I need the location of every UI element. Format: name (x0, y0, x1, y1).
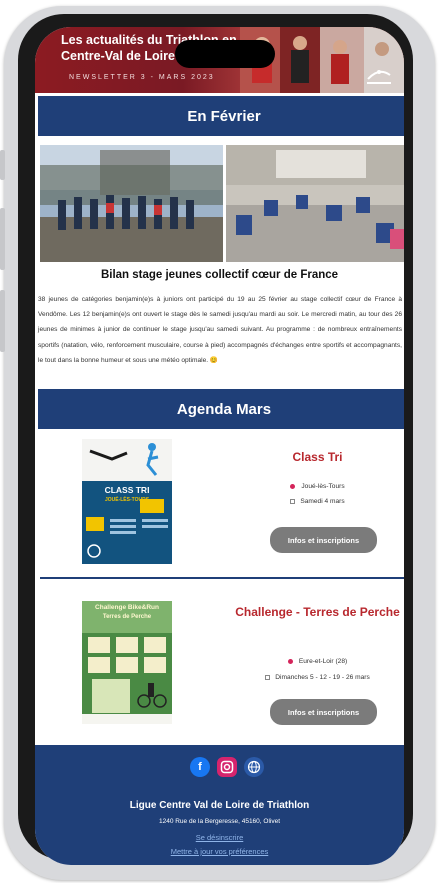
globe-website-icon[interactable] (244, 757, 264, 777)
email-screen[interactable]: Les actualités du Triathlon en Centre-Va… (35, 27, 404, 865)
update-preferences-link[interactable]: Mettre à jour vos préférences (35, 847, 404, 856)
event-location-class-tri: Joué-lès-Tours (225, 483, 404, 490)
footer-address: 1240 Rue de la Bergeresse, 45160, Olivet (158, 818, 281, 825)
infos-inscriptions-button-challenge[interactable]: Infos et inscriptions (270, 699, 377, 725)
location-pin-icon (287, 658, 293, 664)
event-location-text: Eure-et-Loir (28) (298, 658, 348, 665)
event-title-challenge-perche: Challenge - Terres de Perche (235, 605, 400, 619)
class-tri-poster[interactable]: CLASS TRI JOUÉ-LÈS-TOURS (82, 439, 172, 564)
instagram-icon[interactable] (217, 757, 237, 777)
stage-group-photo-outdoor (40, 145, 223, 262)
class-tri-poster-subtitle: JOUÉ-LÈS-TOURS (104, 497, 150, 503)
banner-subtitle: NEWSLETTER 3 - MARS 2023 (69, 74, 215, 81)
calendar-icon (265, 674, 271, 680)
facebook-icon[interactable]: f (190, 757, 210, 777)
section-header-agenda: Agenda Mars (38, 389, 404, 429)
event-location-challenge-perche: Eure-et-Loir (28) (225, 658, 404, 665)
infos-inscriptions-button-class-tri[interactable]: Infos et inscriptions (270, 527, 377, 553)
unsubscribe-link[interactable]: Se désinscrire (35, 833, 404, 842)
section-header-february: En Février (38, 96, 404, 136)
challenge-poster-title: Challenge Bike&Run (95, 604, 159, 611)
challenge-perche-poster[interactable]: Challenge Bike&Run Terres de Perche (82, 601, 172, 724)
event-date-challenge-perche: Dimanches 5 - 12 - 19 - 26 mars (225, 674, 404, 681)
event-location-text: Joué-lès-Tours (301, 483, 345, 490)
event-date-class-tri: Samedi 4 mars (225, 498, 404, 505)
feature-paragraph: 38 jeunes de catégories benjamin(e)s à j… (38, 296, 402, 364)
side-button-volume-down (0, 290, 5, 352)
dynamic-island (175, 40, 275, 68)
event-date-text: Dimanches 5 - 12 - 19 - 26 mars (275, 674, 370, 681)
side-button-volume-up (0, 208, 5, 270)
class-tri-poster-title: CLASS TRI (104, 485, 150, 495)
challenge-poster-subtitle: Terres de Perche (102, 614, 152, 620)
event-date-text: Samedi 4 mars (300, 498, 345, 505)
calendar-icon (290, 498, 296, 504)
event-divider (40, 577, 404, 579)
triathlon-league-logo (364, 65, 394, 87)
side-button-mute (0, 150, 5, 180)
location-pin-icon (290, 483, 296, 489)
stage-group-photo-indoor (226, 145, 404, 262)
newsletter-footer: f Ligue Centre Val de Loire de Triathlon… (35, 745, 404, 865)
feature-caption: Bilan stage jeunes collectif cœur de Fra… (100, 269, 339, 281)
footer-organization-name: Ligue Centre Val de Loire de Triathlon (129, 800, 310, 811)
event-title-class-tri: Class Tri (292, 450, 343, 464)
